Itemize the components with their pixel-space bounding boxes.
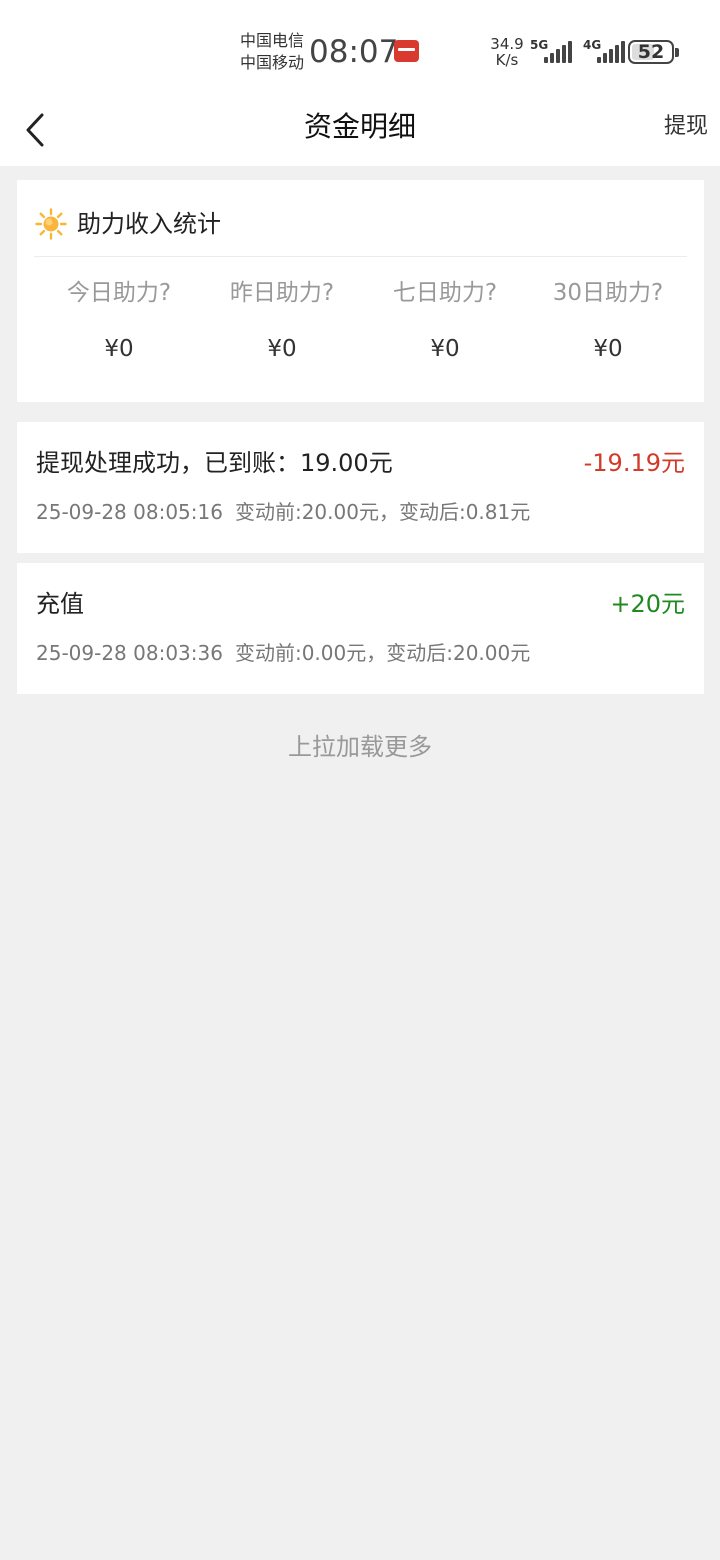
battery-level: 52 bbox=[637, 41, 665, 63]
load-more-hint: 上拉加载更多 bbox=[288, 733, 432, 761]
status-bar: 中国电信 中国移动 08:07 34.9 K/s 5G 4G 52 bbox=[0, 0, 720, 96]
status-time: 08:07 bbox=[309, 34, 399, 70]
signal-bars-icon bbox=[597, 41, 627, 63]
page-title: 资金明细 bbox=[303, 110, 416, 143]
stat-label: 昨日助力? bbox=[229, 280, 335, 306]
stat-label: 30日助力? bbox=[552, 280, 664, 306]
carrier-info: 中国电信 中国移动 bbox=[240, 30, 304, 74]
withdraw-button[interactable]: 提现 bbox=[664, 112, 708, 142]
stat-label: 七日助力? bbox=[392, 280, 498, 306]
transaction-meta: 25-09-28 08:03:36 变动前:0.00元，变动后:20.00元 bbox=[36, 639, 530, 667]
net-speed-unit: K/s bbox=[495, 51, 519, 69]
stat-yesterday[interactable]: 昨日助力? ¥0 bbox=[196, 276, 368, 364]
stat-value: ¥0 bbox=[430, 336, 460, 362]
transaction-meta: 25-09-28 08:05:16 变动前:20.00元，变动后:0.81元 bbox=[36, 498, 530, 526]
stat-value: ¥0 bbox=[104, 336, 134, 362]
stat-label: 今日助力? bbox=[66, 280, 172, 306]
transaction-amount: +20元 bbox=[610, 590, 685, 618]
transaction-title: 充值 bbox=[36, 590, 84, 618]
transaction-time: 25-09-28 08:05:16 bbox=[36, 500, 223, 524]
stat-value: ¥0 bbox=[267, 336, 297, 362]
divider bbox=[34, 256, 687, 257]
transaction-time: 25-09-28 08:03:36 bbox=[36, 641, 223, 665]
transaction-item[interactable]: 充值 +20元 25-09-28 08:03:36 变动前:0.00元，变动后:2… bbox=[17, 563, 704, 694]
sun-icon bbox=[35, 208, 67, 240]
signal-bars-icon bbox=[544, 41, 574, 63]
stat-seven-days[interactable]: 七日助力? ¥0 bbox=[359, 276, 531, 364]
stat-thirty-days[interactable]: 30日助力? ¥0 bbox=[522, 276, 694, 364]
stat-value: ¥0 bbox=[593, 336, 623, 362]
transaction-amount: -19.19元 bbox=[583, 449, 685, 477]
income-stats-card: 助力收入统计 今日助力? ¥0 昨日助力? ¥0 七日助力? ¥0 30日助力?… bbox=[17, 180, 704, 402]
net-speed: 34.9 K/s bbox=[490, 36, 524, 68]
nav-bar: 资金明细 提现 bbox=[0, 96, 720, 166]
transaction-item[interactable]: 提现处理成功，已到账：19.00元 -19.19元 25-09-28 08:05… bbox=[17, 422, 704, 553]
transaction-balance-change: 变动前:20.00元，变动后:0.81元 bbox=[234, 500, 531, 524]
battery-icon: 52 bbox=[628, 40, 679, 64]
transaction-balance-change: 变动前:0.00元，变动后:20.00元 bbox=[234, 641, 531, 665]
carrier-1: 中国电信 bbox=[240, 31, 305, 50]
app-notification-icon bbox=[394, 40, 419, 62]
net-speed-value: 34.9 bbox=[490, 35, 524, 53]
stat-today[interactable]: 今日助力? ¥0 bbox=[33, 276, 205, 364]
transaction-title: 提现处理成功，已到账：19.00元 bbox=[36, 449, 393, 477]
carrier-2: 中国移动 bbox=[240, 53, 305, 72]
stats-title: 助力收入统计 bbox=[77, 210, 221, 238]
